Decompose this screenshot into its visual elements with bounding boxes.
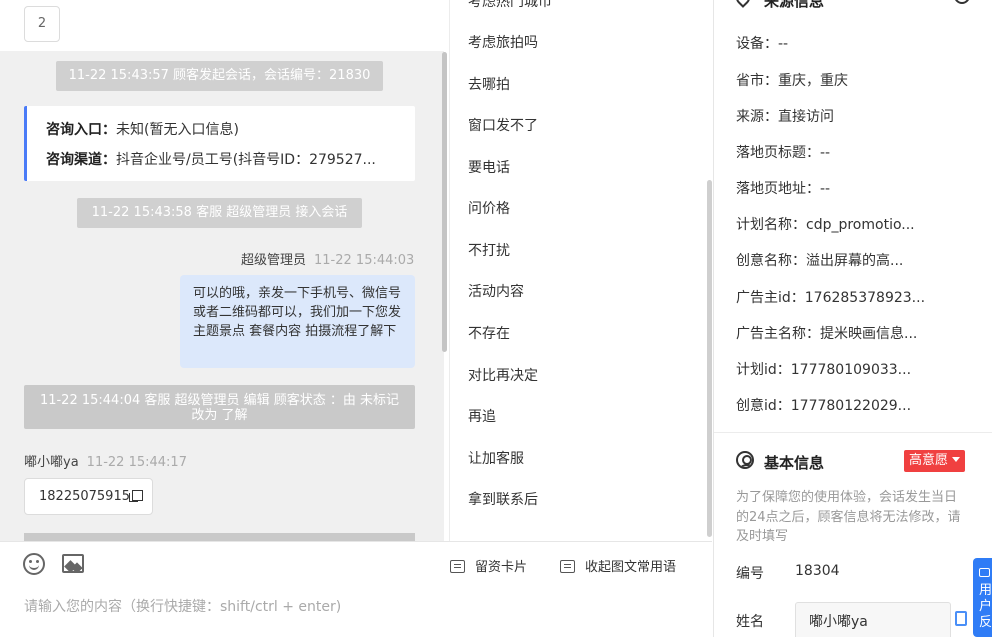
customer-phone-text: 18225075915 (39, 489, 130, 504)
lead-card-button[interactable]: 留资卡片 (450, 556, 527, 575)
message-icon (979, 568, 990, 577)
customer-id-value: 18304 (795, 563, 840, 579)
customer-message-meta: 嘟小嘟ya 11-22 15:44:17 (24, 451, 187, 470)
next-notice-partial (24, 533, 415, 541)
session-start-notice: 11-22 15:43:57 顾客发起会话，会话编号：21830 (56, 61, 383, 91)
customer-name-label: 姓名 (736, 614, 764, 630)
image-icon[interactable] (62, 554, 84, 573)
section-divider (714, 432, 992, 433)
app-window: 2 11-22 15:43:57 顾客发起会话，会话编号：21830 咨询入口：… (0, 0, 992, 637)
edit-icon[interactable] (954, 0, 970, 4)
consult-channel-row: 咨询渠道：抖音企业号/员工号(抖音号ID：279527... (46, 149, 406, 179)
campaign-name: 计划名称：cdp_promotio... (736, 217, 915, 233)
consult-entry-row: 咨询入口：未知(暂无入口信息) (46, 119, 406, 149)
phrase-item[interactable]: 问价格 (468, 198, 510, 218)
customer-message-time: 11-22 15:44:17 (86, 455, 187, 470)
customer-info-panel: 来源信息 设备：-- 省市：重庆，重庆 来源：直接访问 落地页标题：-- 落地页… (713, 0, 992, 637)
status-edit-notice: 11-22 15:44:04 客服 超级管理员 编辑 顾客状态 ：由 未标记 改… (24, 385, 415, 429)
intent-badge-label: 高意愿 (909, 453, 949, 468)
feedback-float-button[interactable]: 用户反 (973, 558, 992, 637)
creative-name: 创意名称：溢出屏幕的高... (736, 253, 904, 269)
chat-history[interactable]: 2 11-22 15:43:57 顾客发起会话，会话编号：21830 咨询入口：… (0, 0, 449, 541)
phrase-item[interactable]: 考虑热门城市 (468, 0, 552, 11)
card-icon (450, 560, 465, 573)
phrases-scrollbar[interactable] (707, 180, 712, 537)
location-icon (733, 0, 753, 8)
collapse-phrases-label: 收起图文常用语 (585, 560, 677, 575)
lead-card-label: 留资卡片 (475, 560, 528, 575)
phrase-item[interactable]: 考虑旅拍吗 (468, 32, 538, 52)
message-chip: 2 (24, 6, 60, 42)
phrase-item[interactable]: 对比再决定 (468, 365, 538, 385)
caret-down-icon (952, 457, 961, 462)
phrase-item[interactable]: 窗口发不了 (468, 115, 538, 135)
customer-name-field[interactable]: 嘟小嘟ya (795, 602, 951, 637)
basic-info-title: 基本信息 (764, 454, 825, 472)
agent-sender-name: 超级管理员 (241, 253, 307, 268)
source-region: 省市：重庆，重庆 (736, 73, 848, 89)
customer-phone-message: 18225075915 (24, 478, 153, 515)
intent-badge[interactable]: 高意愿 (904, 450, 966, 472)
consult-entry-label: 咨询入口： (46, 122, 116, 138)
copy-icon[interactable] (128, 490, 143, 502)
phrase-item[interactable]: 拿到联系后 (468, 489, 538, 509)
phrase-item[interactable]: 不存在 (468, 323, 510, 343)
consult-channel-value: 抖音企业号/员工号(抖音号ID：279527... (116, 152, 376, 168)
consult-info-card: 咨询入口：未知(暂无入口信息) 咨询渠道：抖音企业号/员工号(抖音号ID：279… (24, 106, 415, 181)
phrase-item[interactable]: 不打扰 (468, 240, 510, 260)
copy-icon[interactable] (955, 611, 967, 626)
collapse-phrases-button[interactable]: 收起图文常用语 (560, 556, 676, 575)
customer-sender-name: 嘟小嘟ya (24, 455, 79, 470)
source-device: 设备：-- (736, 36, 789, 52)
advertiser-name: 广告主名称：提米映画信息... (736, 326, 918, 342)
agent-join-notice: 11-22 15:43:58 客服 超级管理员 接入会话 (77, 198, 362, 228)
quick-phrases-panel: 考虑热门城市 考虑旅拍吗 去哪拍 窗口发不了 要电话 问价格 不打扰 活动内容 … (449, 0, 712, 541)
customer-id-label: 编号 (736, 566, 764, 582)
phrase-item[interactable]: 活动内容 (468, 281, 524, 301)
feedback-label: 用户反 (979, 583, 992, 630)
message-input[interactable]: 请输入您的内容（换行快捷键：shift/ctrl + enter) (24, 596, 341, 616)
person-icon (736, 451, 754, 469)
agent-message-time: 11-22 15:44:03 (314, 253, 415, 268)
phrase-item[interactable]: 要电话 (468, 157, 510, 177)
card-icon (560, 560, 575, 573)
phrase-item[interactable]: 去哪拍 (468, 74, 510, 94)
campaign-id: 计划id：177780109033... (736, 362, 912, 378)
creative-id: 创意id：177780122029... (736, 398, 912, 414)
agent-message-bubble: 可以的哦，亲发一下手机号、微信号或者二维码都可以，我们加一下您发主题景点 套餐内… (180, 275, 415, 368)
advertiser-id: 广告主id：176285378923... (736, 290, 926, 306)
phrase-item[interactable]: 让加客服 (468, 448, 524, 468)
agent-message-meta: 超级管理员 11-22 15:44:03 (241, 249, 414, 268)
landing-page-title: 落地页标题：-- (736, 145, 831, 161)
source-channel: 来源：直接访问 (736, 109, 834, 125)
phrase-item[interactable]: 再追 (468, 406, 496, 426)
consult-channel-label: 咨询渠道： (46, 152, 116, 168)
edit-deadline-hint: 为了保障您的使用体验，会话发生当日的24点之后，顾客信息将无法修改，请及时填写 (736, 490, 961, 544)
source-info-title: 来源信息 (764, 0, 825, 10)
landing-page-url: 落地页地址：-- (736, 181, 831, 197)
emoji-icon[interactable] (23, 553, 45, 575)
chat-scrollbar[interactable] (442, 52, 447, 352)
consult-entry-value: 未知(暂无入口信息) (116, 122, 239, 138)
chat-top-strip: 2 (0, 0, 444, 51)
